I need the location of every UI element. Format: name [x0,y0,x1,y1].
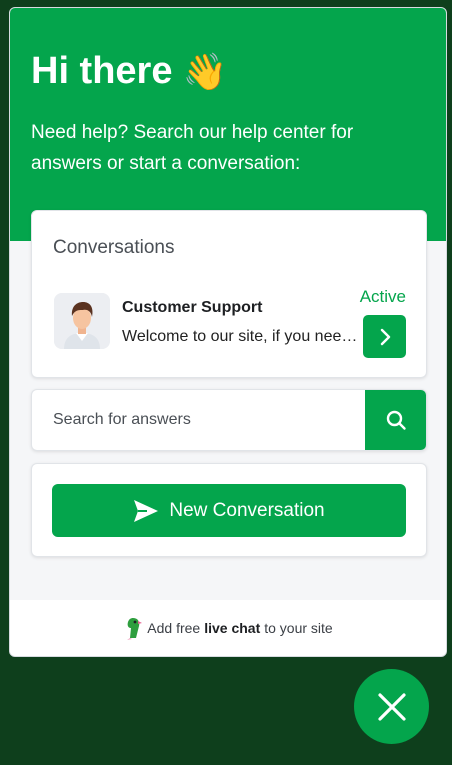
conversation-name: Customer Support [122,299,263,316]
footer-highlight: live chat [204,620,261,636]
chat-widget: Hi there 👋 Need help? Search our help ce… [9,7,447,657]
chevron-right-icon [380,328,390,345]
greeting-subtitle: Need help? Search our help center for an… [31,122,354,174]
search-input[interactable] [32,390,365,450]
parrot-logo-icon [127,618,143,640]
new-conversation-label: New Conversation [169,499,325,521]
new-conversation-card: New Conversation [31,463,427,557]
branding-footer[interactable]: Add free live chat to your site [10,600,446,656]
new-conversation-button[interactable]: New Conversation [52,484,406,537]
search-button[interactable] [365,390,426,450]
open-conversation-button[interactable] [363,315,406,358]
greeting-title: Hi there 👋 [31,50,227,93]
conversation-preview: Welcome to our site, if you need help si… [122,328,362,345]
search-icon [386,410,406,430]
conversations-title: Conversations [53,237,175,258]
footer-suffix: to your site [264,620,333,636]
send-icon [134,499,159,522]
close-icon [377,692,406,721]
search-card [31,389,427,451]
conversation-status: Active [359,287,406,306]
close-chat-button[interactable] [354,669,429,744]
waving-hand-icon: 👋 [182,50,228,92]
footer-prefix: Add free [147,620,201,636]
widget-header: Hi there 👋 Need help? Search our help ce… [10,8,446,241]
agent-avatar-icon [54,293,110,349]
conversations-card: Conversations Customer Support Welcome t… [31,210,427,378]
greeting-text: Hi there [31,50,173,92]
